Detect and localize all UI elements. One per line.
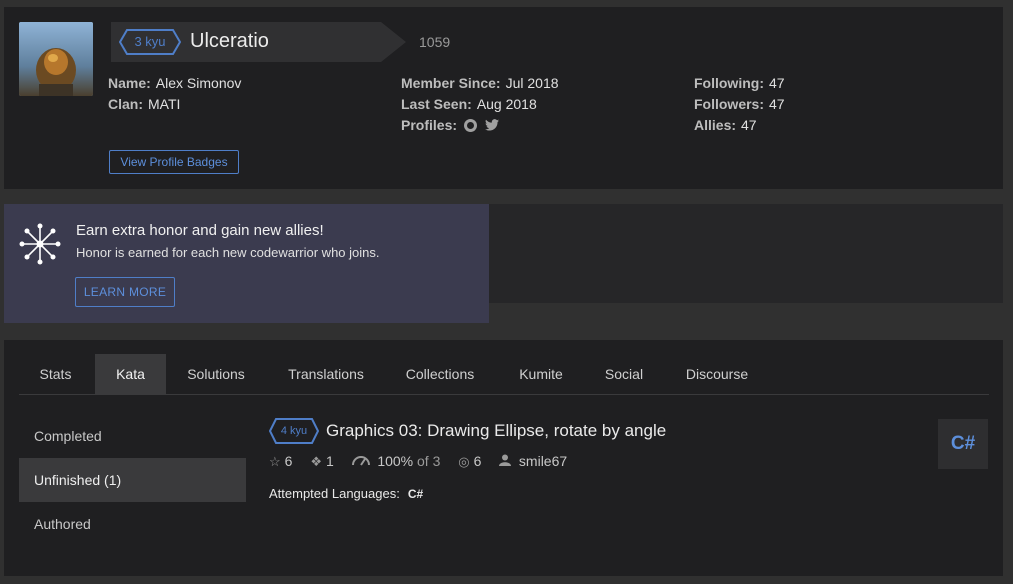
kata-completed-count: 6 bbox=[473, 453, 482, 469]
tab-kumite[interactable]: Kumite bbox=[509, 354, 573, 394]
clan-row: Clan: MATI bbox=[108, 96, 180, 112]
kata-title-link[interactable]: Graphics 03: Drawing Ellipse, rotate by … bbox=[326, 421, 666, 441]
profiles-row: Profiles: bbox=[401, 117, 500, 134]
honor-score: 1059 bbox=[419, 34, 451, 50]
kata-satisfaction: 100% bbox=[377, 453, 414, 469]
name-row: Name: Alex Simonov bbox=[108, 75, 241, 91]
promo-spacer bbox=[489, 204, 1003, 303]
kata-rank-label: 4 kyu bbox=[280, 425, 308, 437]
kata-sidenav: Completed Unfinished (1) Authored bbox=[19, 414, 246, 546]
promo-subtitle: Honor is earned for each new codewarrior… bbox=[76, 245, 380, 260]
avatar[interactable] bbox=[19, 22, 93, 96]
honor-promo-banner: Earn extra honor and gain new allies! Ho… bbox=[4, 204, 489, 323]
kata-stars: 6 bbox=[284, 453, 293, 469]
user-icon bbox=[499, 454, 515, 469]
collections-icon: ❖ bbox=[310, 454, 322, 469]
following-value: 47 bbox=[768, 75, 785, 91]
csharp-icon: C# bbox=[407, 487, 424, 501]
sidenav-unfinished[interactable]: Unfinished (1) bbox=[19, 458, 246, 502]
followers-label: Followers: bbox=[694, 96, 765, 112]
followers-value: 47 bbox=[769, 96, 785, 112]
attempted-languages: Attempted Languages: C# bbox=[269, 486, 423, 501]
last-seen-value: Aug 2018 bbox=[476, 96, 537, 112]
sidenav-authored[interactable]: Authored bbox=[19, 502, 246, 546]
name-label: Name: bbox=[108, 75, 151, 91]
member-since-label: Member Since: bbox=[401, 75, 501, 91]
allies-label: Allies: bbox=[694, 117, 737, 133]
gauge-icon bbox=[351, 454, 374, 469]
last-seen-label: Last Seen: bbox=[401, 96, 472, 112]
tab-translations[interactable]: Translations bbox=[281, 354, 371, 394]
tab-kata[interactable]: Kata bbox=[95, 354, 166, 394]
star-icon: ☆ bbox=[269, 454, 281, 469]
kata-rank-badge: 4 kyu bbox=[269, 418, 319, 444]
member-since-row: Member Since: Jul 2018 bbox=[401, 75, 559, 91]
tab-collections[interactable]: Collections bbox=[397, 354, 483, 394]
clan-label: Clan: bbox=[108, 96, 143, 112]
member-since-value: Jul 2018 bbox=[505, 75, 559, 91]
target-icon: ◎ bbox=[458, 454, 470, 469]
profile-tabs: Stats Kata Solutions Translations Collec… bbox=[19, 354, 989, 395]
username: Ulceratio bbox=[190, 30, 269, 52]
kata-author-link[interactable]: smile67 bbox=[519, 453, 567, 469]
promo-title: Earn extra honor and gain new allies! bbox=[76, 222, 324, 239]
followers-row: Followers: 47 bbox=[694, 96, 785, 112]
tab-social[interactable]: Social bbox=[597, 354, 651, 394]
last-seen-row: Last Seen: Aug 2018 bbox=[401, 96, 537, 112]
profiles-label: Profiles: bbox=[401, 117, 458, 133]
tab-solutions[interactable]: Solutions bbox=[176, 354, 256, 394]
profile-panel: 3 kyu Ulceratio 1059 Name: Alex Simonov C… bbox=[4, 7, 1003, 189]
allies-row: Allies: 47 bbox=[694, 117, 757, 133]
github-icon[interactable] bbox=[464, 119, 478, 132]
sidenav-completed[interactable]: Completed bbox=[19, 414, 246, 458]
rank-label: 3 kyu bbox=[134, 34, 166, 49]
allies-value: 47 bbox=[741, 117, 757, 133]
twitter-icon[interactable] bbox=[485, 119, 500, 134]
kata-collections: 1 bbox=[326, 453, 334, 469]
learn-more-button[interactable]: LEARN MORE bbox=[75, 277, 175, 307]
following-label: Following: bbox=[694, 75, 764, 91]
csharp-language-icon[interactable]: C# bbox=[938, 419, 988, 469]
clan-value: MATI bbox=[148, 96, 181, 112]
tab-stats[interactable]: Stats bbox=[19, 354, 92, 394]
kata-stats: ☆ 6 ❖ 1 100% of 3 ◎ 6 smile67 bbox=[269, 453, 581, 470]
attempted-label: Attempted Languages: bbox=[269, 486, 400, 501]
kata-content-panel: Stats Kata Solutions Translations Collec… bbox=[4, 340, 1003, 576]
kata-satisfaction-votes: of 3 bbox=[417, 453, 441, 469]
tab-discourse[interactable]: Discourse bbox=[679, 354, 755, 394]
name-value: Alex Simonov bbox=[155, 75, 242, 91]
view-profile-badges-button[interactable]: View Profile Badges bbox=[109, 150, 239, 174]
network-burst-icon bbox=[18, 222, 62, 266]
following-row: Following: 47 bbox=[694, 75, 785, 91]
rank-badge: 3 kyu bbox=[119, 29, 181, 55]
